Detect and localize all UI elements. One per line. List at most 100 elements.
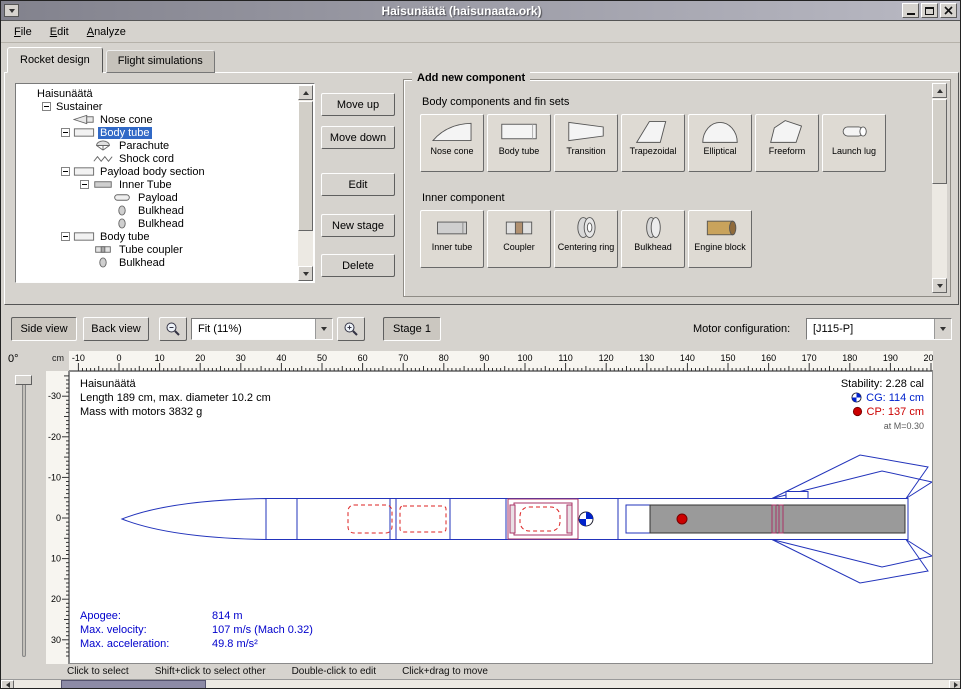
apogee-value: 814 m — [212, 609, 243, 623]
scroll-up-icon — [303, 91, 309, 95]
move-up-button[interactable]: Move up — [321, 93, 395, 116]
menu-file[interactable]: File — [5, 23, 41, 41]
canvas-horizontal-scrollbar[interactable] — [1, 679, 961, 689]
palette-engine-block-button[interactable]: Engine block — [688, 210, 752, 268]
mach-condition: at M=0.30 — [841, 419, 924, 433]
rotation-slider-thumb[interactable] — [15, 375, 32, 385]
palette-bulkhead-button[interactable]: Bulkhead — [621, 210, 685, 268]
minimize-button[interactable] — [902, 3, 919, 18]
palette-inner-tube-button[interactable]: Inner tube — [420, 210, 484, 268]
bulkhead-shape[interactable] — [567, 505, 572, 533]
tree-item-label: Sustainer — [54, 101, 104, 113]
tree-item-nose-cone[interactable]: Nose cone — [19, 113, 296, 126]
centering-ring-icon — [564, 213, 608, 242]
tree-item-body-tube[interactable]: Body tube — [19, 126, 296, 139]
maximize-button[interactable] — [921, 3, 938, 18]
bulkhead-icon — [111, 218, 133, 229]
bulkhead-icon — [111, 205, 133, 216]
cp-symbol-icon — [852, 406, 863, 417]
scroll-right-button[interactable] — [949, 680, 961, 689]
palette-trapezoidal-fin-button[interactable]: Trapezoidal — [621, 114, 685, 172]
tab-rocket-design[interactable]: Rocket design — [7, 47, 103, 73]
palette-nose-cone-button[interactable]: Nose cone — [420, 114, 484, 172]
scroll-down-button[interactable] — [932, 278, 947, 293]
edit-button[interactable]: Edit — [321, 173, 395, 196]
hint-shift-click: Shift+click to select other — [155, 666, 266, 679]
scroll-left-button[interactable] — [1, 680, 14, 689]
tree-item-tube-coupler[interactable]: Tube coupler — [19, 243, 296, 256]
zoom-select-dropdown-button[interactable] — [315, 319, 332, 339]
transition-icon — [564, 117, 608, 146]
palette-coupler-button[interactable]: Coupler — [487, 210, 551, 268]
canvas-scrollbar-thumb[interactable] — [61, 680, 206, 689]
scroll-up-button[interactable] — [932, 83, 947, 98]
palette-elliptical-fin-button[interactable]: Elliptical — [688, 114, 752, 172]
palette-button-label: Elliptical — [703, 146, 736, 156]
menu-bar: File Edit Analyze — [1, 21, 960, 43]
tree-expander-icon[interactable] — [80, 180, 89, 189]
tree-item-parachute[interactable]: Parachute — [19, 139, 296, 152]
palette-scrollbar-thumb[interactable] — [932, 99, 947, 184]
launch-lug-shape[interactable] — [786, 492, 808, 499]
palette-launch-lug-button[interactable]: Launch lug — [822, 114, 886, 172]
tree-scrollbar-thumb[interactable] — [298, 101, 313, 231]
motor-configuration-select[interactable]: [J115-P] — [806, 318, 952, 340]
bulkhead-shape[interactable] — [510, 505, 515, 533]
stage-1-toggle-button[interactable]: Stage 1 — [383, 317, 441, 341]
stability-value: Stability: 2.28 cal — [841, 377, 924, 391]
new-stage-button[interactable]: New stage — [321, 214, 395, 237]
rotation-slider-track[interactable] — [22, 377, 26, 657]
payload-icon — [111, 192, 133, 203]
tree-item-shock-cord[interactable]: Shock cord — [19, 152, 296, 165]
cg-symbol-icon — [851, 392, 862, 403]
velocity-value: 107 m/s (Mach 0.32) — [212, 623, 313, 637]
title-bar[interactable]: Haisunäätä (haisunaata.ork) — [1, 1, 960, 21]
side-view-button[interactable]: Side view — [11, 317, 77, 341]
tree-item-bulkhead-3[interactable]: Bulkhead — [19, 256, 296, 269]
tree-item-bulkhead-1[interactable]: Bulkhead — [19, 204, 296, 217]
tree-item-label: Bulkhead — [117, 257, 167, 269]
rocket-canvas[interactable]: Haisunäätä Length 189 cm, max. diameter … — [69, 371, 933, 664]
nose-cone-shape[interactable] — [122, 499, 266, 540]
tree-item-payload-body-section[interactable]: Payload body section — [19, 165, 296, 178]
close-button[interactable] — [940, 3, 957, 18]
menu-analyze[interactable]: Analyze — [78, 23, 135, 41]
tree-expander-icon[interactable] — [42, 102, 51, 111]
palette-centering-ring-button[interactable]: Centering ring — [554, 210, 618, 268]
tree-item-payload[interactable]: Payload — [19, 191, 296, 204]
window-menu-icon[interactable] — [4, 4, 19, 17]
palette-body-tube-button[interactable]: Body tube — [487, 114, 551, 172]
scroll-down-button[interactable] — [298, 266, 313, 281]
tree-item-haisunaata[interactable]: Haisunäätä — [19, 87, 296, 100]
back-view-button[interactable]: Back view — [83, 317, 149, 341]
acceleration-value: 49.8 m/s² — [212, 637, 258, 651]
palette-button-label: Transition — [566, 146, 605, 156]
motor-configuration-dropdown-button[interactable] — [934, 319, 951, 339]
tree-item-bulkhead-2[interactable]: Bulkhead — [19, 217, 296, 230]
menu-edit[interactable]: Edit — [41, 23, 78, 41]
tree-expander-icon[interactable] — [61, 167, 70, 176]
tree-item-sustainer[interactable]: Sustainer — [19, 100, 296, 113]
svg-text:30: 30 — [51, 635, 61, 645]
svg-text:0: 0 — [56, 513, 61, 523]
tree-expander-icon[interactable] — [61, 232, 70, 241]
move-down-button[interactable]: Move down — [321, 126, 395, 149]
tree-item-label: Body tube — [98, 127, 152, 139]
tree-expander-icon[interactable] — [61, 128, 70, 137]
tree-scrollbar[interactable] — [298, 85, 313, 281]
motor-mount-shape[interactable] — [626, 505, 650, 533]
zoom-in-button[interactable] — [337, 317, 365, 341]
zoom-out-button[interactable] — [159, 317, 187, 341]
delete-button[interactable]: Delete — [321, 254, 395, 277]
tree-item-body-tube-2[interactable]: Body tube — [19, 230, 296, 243]
scroll-up-button[interactable] — [298, 85, 313, 100]
app-window: Haisunäätä (haisunaata.ork) File Edit An… — [0, 0, 961, 689]
palette-scrollbar[interactable] — [932, 83, 947, 293]
palette-transition-button[interactable]: Transition — [554, 114, 618, 172]
motor-shape[interactable] — [650, 505, 905, 533]
magnifier-zoom-in-icon — [343, 321, 359, 337]
zoom-select[interactable]: Fit (11%) — [191, 318, 333, 340]
tab-flight-simulations[interactable]: Flight simulations — [106, 50, 215, 73]
tree-item-inner-tube[interactable]: Inner Tube — [19, 178, 296, 191]
palette-freeform-fin-button[interactable]: Freeform — [755, 114, 819, 172]
